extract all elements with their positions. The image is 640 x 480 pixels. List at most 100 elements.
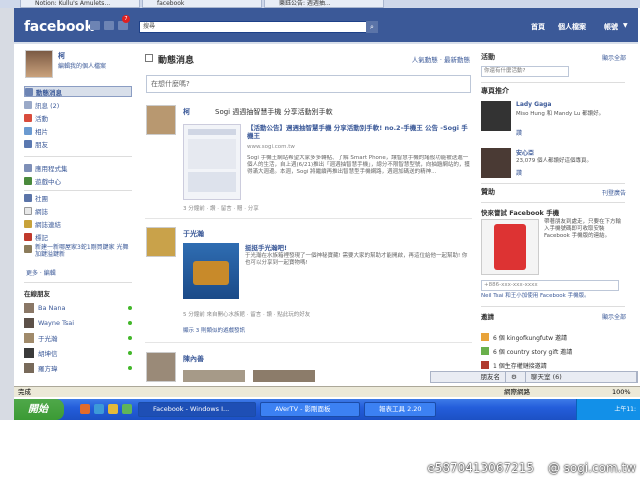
sidebar-item-groups[interactable]: 社團 [24,192,132,203]
browser-tab[interactable]: 樂鈺公告: 週週抽... [264,0,384,8]
quick-launch-icon[interactable] [122,404,132,414]
story-meta[interactable]: 3 分鐘前 · 讚 · 留言 · 贈 · 分享 [183,204,259,212]
avatar [24,333,34,343]
account-menu[interactable]: 帳號 [604,22,618,32]
story-meta[interactable]: 5 分鐘前 來自開心水族館 · 留言 · 讚 · 點此玩的好友 [183,310,310,318]
quick-launch-icon[interactable] [80,404,90,414]
groups-icon [24,193,32,202]
news-feed-icon [145,54,153,62]
windows-taskbar: 開始 Facebook - Windows I... AVerTV - 影剛面板… [14,399,640,420]
status-input[interactable]: 在想什麼嗎? [146,75,471,93]
home-link[interactable]: 首頁 [531,22,545,32]
friend-requests-icon[interactable] [90,21,100,30]
app-story-title[interactable]: 挺挺手光瀚吧! [245,244,287,252]
profile-avatar[interactable] [25,50,53,78]
mobile-ad-title[interactable]: 快來嘗試 Facebook 手機 [481,207,559,217]
profile-name[interactable]: 柯 [58,51,65,61]
sidebar-item-label: 新建一新哪屋家3蛇1剛買鍵家 光舞加鍵溢鍵新 [35,244,129,258]
events-input[interactable]: 你還有什麼活動? [481,66,569,77]
online-friend[interactable]: 胡坤信 [24,347,132,359]
app-thumbnail[interactable] [183,243,239,299]
online-friend[interactable]: 羅方瑋 [24,362,132,374]
ie-icon[interactable] [94,404,104,414]
avatar [24,318,34,328]
avatar[interactable] [146,227,176,257]
story-photo[interactable] [183,370,245,382]
news-feed: 動態消息 人氣動態 · 最新動態 在想什麼嗎? 柯 Sogi 週週抽智慧手機 分… [145,46,472,382]
invite-row[interactable]: 1 個生存權鏈接邀請 [481,359,547,371]
clock[interactable]: 上午11: [614,406,636,413]
taskbar-window-button[interactable]: Facebook - Windows I... [138,402,256,417]
app-story-description: 于光瀚在水族箱裡發現了一個神秘寶藏! 需要大家的幫助才能開啟，再這位給他一起幫助… [245,253,468,266]
chat-tab[interactable]: 聊天室 (6) [526,372,637,382]
like-button[interactable]: 讚 [516,168,522,177]
search-input[interactable]: 搜尋 [139,21,368,33]
news-feed-icon [25,87,33,96]
avatar[interactable] [481,101,511,131]
sidebar-item-games[interactable]: 遊戲中心 [24,175,132,186]
chat-friends-tab[interactable]: 朋友名 [431,372,506,382]
sidebar-item-links[interactable]: 網誌連結 [24,218,132,229]
start-button[interactable]: 開始 [14,399,64,420]
invite-row[interactable]: 6 個 kingofkungfutw 邀請 [481,331,567,343]
divider [145,342,472,343]
page-name[interactable]: Lady Gaga [516,101,551,108]
browser-tab[interactable]: facebook [142,0,262,8]
online-friend[interactable]: 于光瀚 [24,332,132,344]
avatar[interactable] [481,148,511,178]
see-all-link[interactable]: 顯示全部 [602,53,626,62]
story-author[interactable]: 陳內善 [183,354,204,364]
online-friends-title: 在線朋友 [24,290,50,298]
taskbar-window-button[interactable]: 報表工具 2.20 [364,402,436,417]
messages-icon[interactable] [104,21,114,30]
invite-row[interactable]: 6 個 country story gift 邀請 [481,345,572,357]
sidebar-item-tags[interactable]: 標記 [24,231,132,242]
tags-icon [24,232,32,241]
sidebar-item-photos[interactable]: 相片 [24,125,132,136]
see-all-link[interactable]: 顯示全部 [602,312,626,321]
online-friend[interactable]: Wayne Tsai [24,317,132,329]
taskbar-window-button[interactable]: AVerTV - 影剛面板 [260,402,360,417]
divider [481,183,625,184]
feed-sort-tabs[interactable]: 人氣動態 · 最新動態 [412,54,470,64]
search-icon[interactable]: ⌕ [366,21,378,33]
zoom-level[interactable]: 100% [612,387,631,397]
facebook-logo[interactable]: facebook [24,19,94,35]
browser-tab[interactable]: Notion: Kullu's Amulets... [20,0,140,8]
profile-link[interactable]: 個人檔案 [558,22,586,32]
show-similar-link[interactable]: 顯示 3 則類似的遊戲發訊 [183,326,245,334]
story-author[interactable]: 于光瀚 [183,229,204,239]
avatar[interactable] [146,105,176,135]
sidebar-item-apps[interactable]: 應用程式集 [24,162,132,173]
edit-profile-link[interactable]: 編輯我的個人檔案 [58,61,106,70]
link-title[interactable]: 【活動公告】週週抽智慧手機 分享活動別手軟! no.2-手機王 公告 -Sogi… [247,124,471,140]
sidebar-item-events[interactable]: 活動 [24,112,132,123]
avatar [24,363,34,373]
link-thumbnail[interactable] [183,124,241,200]
sidebar-item-notes[interactable]: 網誌 [24,205,132,216]
sidebar-item-friends[interactable]: 朋友 [24,138,132,149]
online-status-icon [128,366,132,370]
folder-icon[interactable] [108,404,118,414]
avatar[interactable] [146,352,176,382]
chevron-down-icon[interactable]: ▼ [623,22,628,29]
right-sidebar: 活動 顯示全部 你還有什麼活動? 專頁推介 Lady Gaga Miso Hun… [478,46,630,382]
more-link[interactable]: 更多 · 編輯 [26,268,56,277]
photo-border [0,420,640,480]
sidebar-item-news-feed[interactable]: 動態消息 [24,86,132,97]
sidebar-item-label: 朋友 [35,140,48,149]
game-icon [481,361,489,369]
online-friend[interactable]: Ba Nana [24,302,132,314]
friend-name: 于光瀚 [38,335,58,343]
story-photo[interactable] [253,370,315,382]
chat-settings-icon[interactable]: ⚙ [506,372,526,382]
story-author[interactable]: 柯 [183,107,190,117]
sidebar-item-page[interactable]: 新建一新哪屋家3蛇1剛買鍵家 光舞加鍵溢鍵新 [24,244,132,264]
phone-number-input[interactable]: +886-xxx-xxx-xxxx [481,280,619,291]
game-icon [481,333,489,341]
invite-label: 1 個生存權鏈接邀請 [493,362,547,370]
page-name[interactable]: 安心亞 [516,148,534,157]
create-ad-link[interactable]: 刊登廣告 [602,188,626,197]
like-button[interactable]: 讚 [516,128,522,137]
sidebar-item-messages[interactable]: 訊息 (2) [24,99,132,110]
